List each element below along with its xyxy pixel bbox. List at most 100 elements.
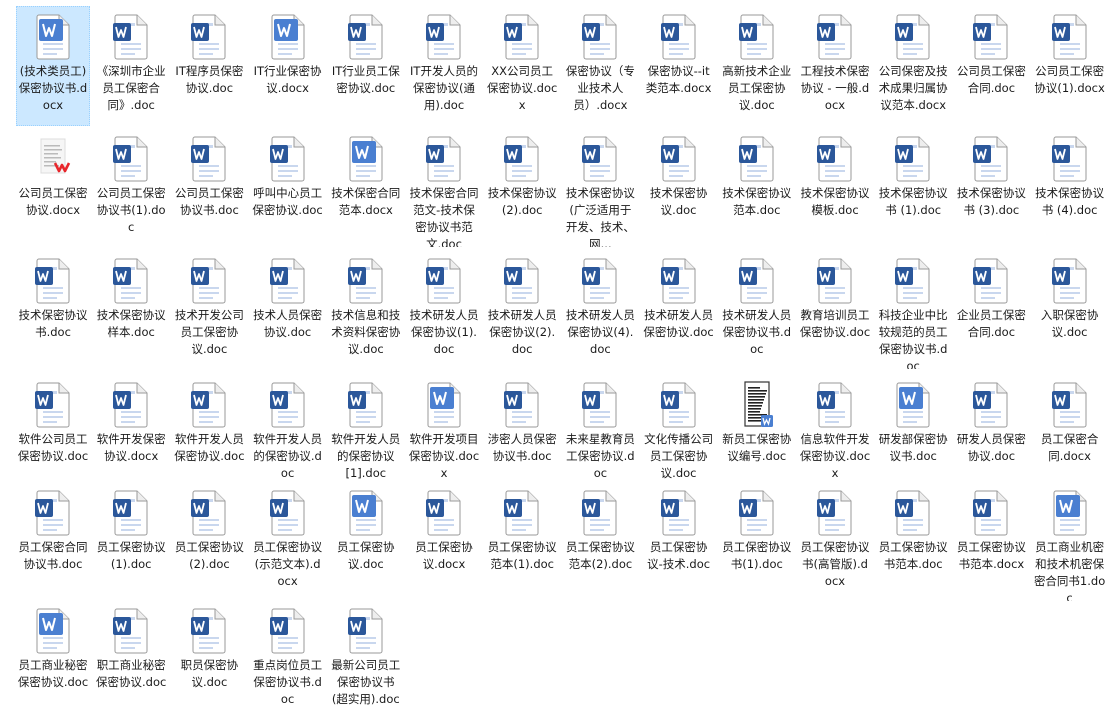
file-item[interactable]: 技术保密协议.doc [642,128,716,248]
file-item[interactable]: 涉密人员保密协议书.doc [485,374,559,494]
file-item[interactable]: 员工保密合同协议书.doc [16,482,90,602]
file-name-label: 呼叫中心员工保密协议.doc [252,186,323,217]
file-name-label: 软件开发保密协议.docx [96,432,166,463]
file-item[interactable]: 员工保密合同.docx [1033,374,1107,494]
file-item[interactable]: 技术研发人员保密协议书.doc [720,250,794,370]
file-name-label: 技术保密协议书 (4).doc [1035,186,1105,217]
file-name-label: IT程序员保密协议.doc [175,64,244,95]
file-item[interactable]: 技术信息和技术资料保密协议.doc [329,250,403,370]
file-item[interactable]: 员工保密协议.docx [407,482,481,602]
file-item[interactable]: 技术保密协议书.doc [16,250,90,370]
file-item[interactable]: 《深圳市企业员工保密合同》.doc [94,6,168,126]
file-item[interactable]: XX公司员工保密协议.docx [485,6,559,126]
file-item[interactable]: IT开发人员的保密协议(通用).doc [407,6,481,126]
file-name-label: 技术研发人员保密协议(2).doc [487,308,557,356]
file-name-label: 技术研发人员保密协议.doc [643,308,714,339]
file-item[interactable]: 保密协议--it类范本.docx [642,6,716,126]
file-item[interactable]: 技术人员保密协议.doc [251,250,325,370]
file-item[interactable]: 员工保密协议范本(1).doc [485,482,559,602]
word-doc-icon [33,489,73,537]
file-item[interactable]: 入职保密协议.doc [1033,250,1107,370]
word-doc-icon [111,489,151,537]
file-name-label: 技术研发人员保密协议(4).doc [565,308,635,356]
file-name-label: 技术保密协议模板.doc [800,186,870,217]
file-item[interactable]: 员工保密协议.doc [329,482,403,602]
word-doc-icon [424,13,464,61]
file-item[interactable]: 员工保密协议书(1).doc [720,482,794,602]
file-item[interactable]: 科技企业中比较规范的员工保密协议书.doc [876,250,950,370]
word-doc-icon [268,607,308,655]
file-item[interactable]: 技术保密合同范本.docx [329,128,403,248]
file-item[interactable]: 技术保密协议书 (1).doc [876,128,950,248]
file-item[interactable]: 公司员工保密协议书(1).doc [94,128,168,248]
file-item[interactable]: IT行业保密协议.docx [251,6,325,126]
word-doc-icon [33,257,73,305]
word-doc-icon [189,607,229,655]
file-item[interactable]: 员工保密协议范本(2).doc [563,482,637,602]
file-item[interactable]: 技术研发人员保密协议(2).doc [485,250,559,370]
word-doc-icon [659,381,699,429]
file-item[interactable]: 软件开发人员保密协议.doc [172,374,246,494]
file-item[interactable]: 员工保密协议-技术.doc [642,482,716,602]
file-item[interactable]: 软件开发人员的保密协议.doc [251,374,325,494]
file-item[interactable]: 技术保密合同范文-技术保密协议书范文.doc [407,128,481,248]
word-doc-icon [971,13,1011,61]
file-item[interactable]: 技术研发人员保密协议.doc [642,250,716,370]
file-item[interactable]: 员工保密协议(示范文本).docx [251,482,325,602]
file-item[interactable]: 员工保密协议 (2).doc [172,482,246,602]
file-item[interactable]: 保密协议（专业技术人员）.docx [563,6,637,126]
file-item[interactable]: 职员保密协议.doc [172,600,246,720]
file-item[interactable]: 新员工保密协议编号.doc [720,374,794,494]
file-name-label: 最新公司员工保密协议书(超实用).doc [331,658,401,706]
word-doc-icon [268,13,308,61]
file-item[interactable]: 呼叫中心员工保密协议.doc [251,128,325,248]
file-item[interactable]: IT程序员保密协议.doc [172,6,246,126]
file-item[interactable]: 软件公司员工保密协议.doc [16,374,90,494]
file-item[interactable]: 企业员工保密合同.doc [954,250,1028,370]
file-item[interactable]: 员工保密协议书(高管版).docx [798,482,872,602]
word-doc-icon [268,489,308,537]
file-item[interactable]: 技术保密协议范本.doc [720,128,794,248]
file-item[interactable]: 员工保密协议书范本.doc [876,482,950,602]
file-item[interactable]: 技术保密协议 (2).doc [485,128,559,248]
file-item[interactable]: 员工商业秘密保密协议.doc [16,600,90,720]
file-item[interactable]: 研发人员保密协议.doc [954,374,1028,494]
file-name-label: IT行业员工保密协议.doc [331,64,400,95]
file-item[interactable]: 技术开发公司员工保密协议.doc [172,250,246,370]
file-item[interactable]: 公司员工保密协议书.doc [172,128,246,248]
file-item[interactable]: 软件开发项目保密协议.docx [407,374,481,494]
file-item[interactable]: 员工保密协议 (1).doc [94,482,168,602]
file-item[interactable]: 公司员工保密协议(1).docx [1033,6,1107,126]
file-item[interactable]: 公司员工保密合同.doc [954,6,1028,126]
file-item[interactable]: IT行业员工保密协议.doc [329,6,403,126]
word-doc-icon [268,135,308,183]
file-item[interactable]: 信息软件开发保密协议.docx [798,374,872,494]
file-item[interactable]: 最新公司员工保密协议书(超实用).doc [329,600,403,720]
file-item[interactable]: 技术研发人员保密协议(4).doc [563,250,637,370]
file-item[interactable]: 公司保密及技术成果归属协议范本.docx [876,6,950,126]
file-item[interactable]: 技术保密协议书 (3).doc [954,128,1028,248]
file-item[interactable]: 公司员工保密协议.docx [16,128,90,248]
file-item[interactable]: 技术保密协议模板.doc [798,128,872,248]
word-doc-icon [424,381,464,429]
word-doc-icon [1050,257,1090,305]
file-item[interactable]: 技术研发人员保密协议(1).doc [407,250,481,370]
file-item[interactable]: 技术保密协议(广泛适用于开发、技术、网... [563,128,637,248]
file-name-label: 员工保密协议(示范文本).docx [253,540,323,588]
file-item[interactable]: 工程技术保密协议 - 一般.docx [798,6,872,126]
file-item[interactable]: 研发部保密协议书.doc [876,374,950,494]
file-item[interactable]: 技术保密协议书 (4).doc [1033,128,1107,248]
file-item[interactable]: (技术类员工)保密协议书.docx [16,6,90,126]
file-item[interactable]: 文化传播公司员工保密协议.doc [642,374,716,494]
file-item[interactable]: 职工商业秘密保密协议.doc [94,600,168,720]
file-item[interactable]: 软件开发人员的保密协议[1].doc [329,374,403,494]
file-item[interactable]: 未来星教育员工保密协议.doc [563,374,637,494]
file-item[interactable]: 软件开发保密协议.docx [94,374,168,494]
file-item[interactable]: 重点岗位员工保密协议书.doc [251,600,325,720]
file-item[interactable]: 员工保密协议书范本.docx [954,482,1028,602]
file-name-label: 员工保密协议书范本.doc [878,540,948,571]
file-item[interactable]: 技术保密协议样本.doc [94,250,168,370]
file-item[interactable]: 员工商业机密和技术机密保密合同书1.doc [1033,482,1107,602]
file-item[interactable]: 教育培训员工保密协议.doc [798,250,872,370]
file-item[interactable]: 高新技术企业员工保密协议.doc [720,6,794,126]
